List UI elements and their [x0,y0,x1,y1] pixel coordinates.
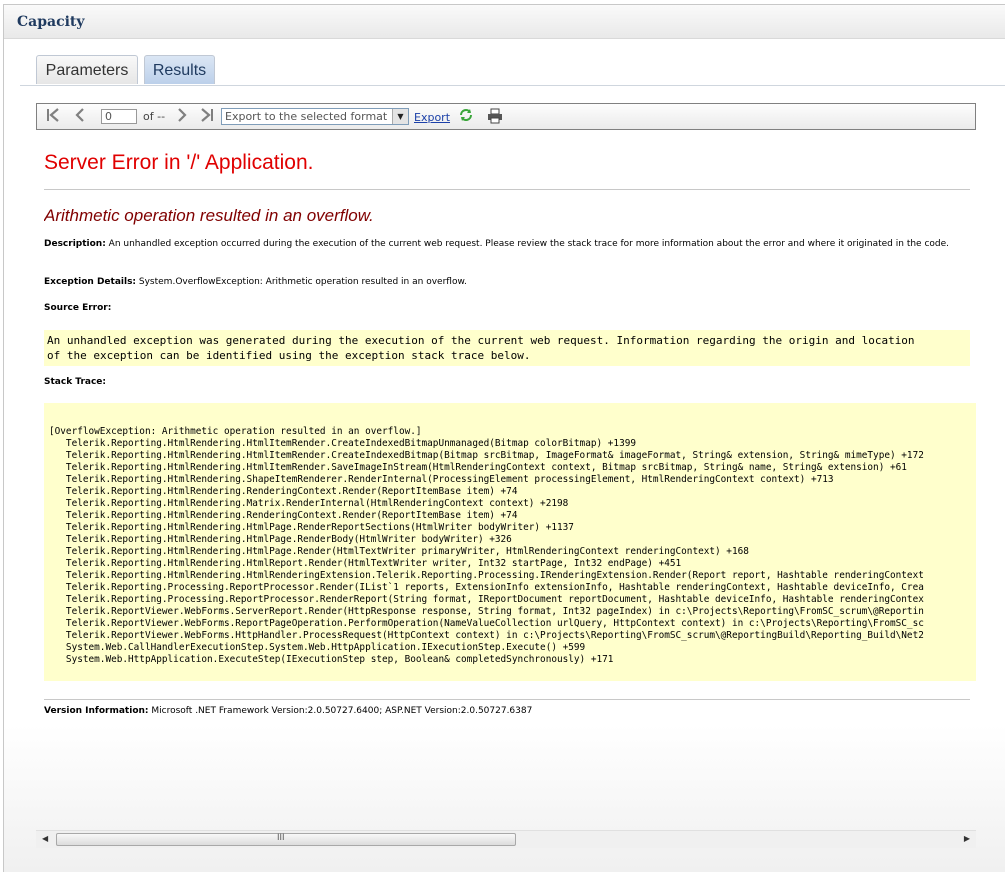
horizontal-scrollbar[interactable]: ◀ III ▶ [36,830,976,848]
source-error-label: Source Error: [44,303,112,313]
export-link[interactable]: Export [414,111,450,124]
version-information-paragraph: Version Information: Microsoft .NET Fram… [44,705,532,718]
page-count-label: of -- [143,110,166,123]
chevron-down-icon[interactable]: ▼ [392,109,408,124]
description-paragraph: Description: An unhandled exception occu… [44,238,964,251]
exception-details-text: System.OverflowException: Arithmetic ope… [136,277,467,287]
report-window: Capacity Parameters Results of -- Export… [3,4,1005,872]
source-error-text: An unhandled exception was generated dur… [47,334,915,362]
version-information-label: Version Information: [44,706,149,716]
report-content: Server Error in '/' Application. Arithme… [44,148,976,828]
stack-trace-text: [OverflowException: Arithmetic operation… [49,426,924,665]
next-page-icon[interactable] [175,107,189,125]
tab-parameters[interactable]: Parameters [36,55,138,84]
stack-trace-label: Stack Trace: [44,377,107,387]
page-number-input[interactable] [101,109,137,124]
exception-details-label: Exception Details: [44,277,137,287]
scrollbar-grip: III [277,832,285,842]
scroll-left-icon[interactable]: ◀ [42,834,48,843]
tab-results[interactable]: Results [144,55,215,84]
error-message: Arithmetic operation resulted in an over… [44,206,374,225]
viewer-toolbar: of -- Export to the selected format ▼ Ex… [36,103,976,130]
report-viewer: of -- Export to the selected format ▼ Ex… [36,103,976,848]
version-information-text: Microsoft .NET Framework Version:2.0.507… [148,706,533,716]
previous-page-icon[interactable] [73,107,87,125]
source-error-heading: Source Error: [44,302,111,315]
scroll-right-icon[interactable]: ▶ [964,834,970,843]
stack-trace-heading: Stack Trace: [44,376,106,389]
divider [44,189,970,190]
source-error-box: An unhandled exception was generated dur… [44,330,970,366]
window-title: Capacity [17,14,85,30]
refresh-icon[interactable] [458,107,474,123]
tab-divider [20,85,1005,86]
print-icon[interactable] [487,108,503,124]
scrollbar-thumb[interactable]: III [56,832,516,846]
title-bar: Capacity [4,5,1005,39]
error-heading: Server Error in '/' Application. [44,151,314,174]
divider [44,699,970,700]
export-format-select[interactable]: Export to the selected format ▼ [221,108,409,125]
first-page-icon[interactable] [45,107,61,125]
description-text: An unhandled exception occurred during t… [105,239,950,249]
export-format-value: Export to the selected format [225,110,388,123]
last-page-icon[interactable] [199,107,215,125]
exception-details-paragraph: Exception Details: System.OverflowExcept… [44,276,467,289]
stack-trace-box: [OverflowException: Arithmetic operation… [44,403,976,681]
description-label: Description: [44,239,106,249]
